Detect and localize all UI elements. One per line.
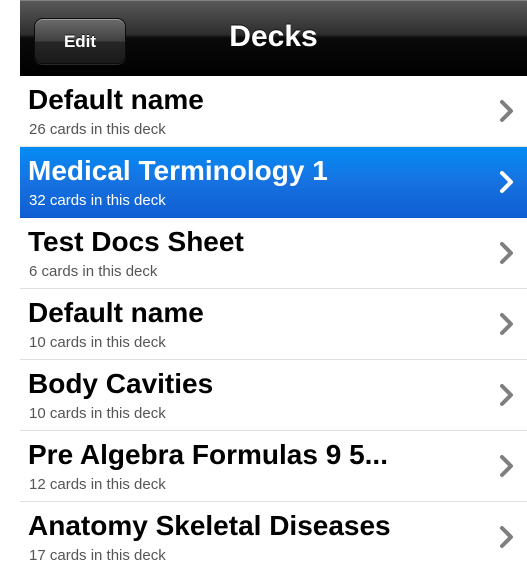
deck-row-test-docs-sheet[interactable]: Test Docs Sheet 6 cards in this deck xyxy=(20,218,527,289)
deck-row-default-name-1[interactable]: Default name 26 cards in this deck xyxy=(20,76,527,147)
deck-title: Default name xyxy=(28,297,204,328)
chevron-right-icon xyxy=(497,98,517,124)
deck-list: Default name 26 cards in this deck Medic… xyxy=(20,76,527,564)
deck-title: Pre Algebra Formulas 9 5... xyxy=(28,439,388,470)
deck-title: Test Docs Sheet xyxy=(28,226,244,257)
deck-title: Body Cavities xyxy=(28,368,214,399)
chevron-right-icon xyxy=(497,453,517,479)
chevron-right-icon xyxy=(497,169,517,195)
deck-row-medical-terminology-1[interactable]: Medical Terminology 1 32 cards in this d… xyxy=(20,147,527,218)
deck-row-anatomy-skeletal-diseases[interactable]: Anatomy Skeletal Diseases 17 cards in th… xyxy=(20,502,527,564)
deck-row-pre-algebra-formulas[interactable]: Pre Algebra Formulas 9 5... 12 cards in … xyxy=(20,431,527,502)
deck-card-count: 26 cards in this deck xyxy=(29,121,166,138)
deck-title: Anatomy Skeletal Diseases xyxy=(28,510,391,541)
deck-title: Medical Terminology 1 xyxy=(28,155,328,186)
chevron-right-icon xyxy=(497,240,517,266)
deck-card-count: 32 cards in this deck xyxy=(29,192,166,209)
chevron-right-icon xyxy=(497,524,517,550)
chevron-right-icon xyxy=(497,382,517,408)
chevron-right-icon xyxy=(497,311,517,337)
deck-card-count: 6 cards in this deck xyxy=(29,263,158,280)
deck-row-default-name-2[interactable]: Default name 10 cards in this deck xyxy=(20,289,527,360)
nav-title: Decks xyxy=(229,20,318,53)
deck-card-count: 17 cards in this deck xyxy=(29,547,166,564)
deck-card-count: 10 cards in this deck xyxy=(29,334,166,351)
deck-title: Default name xyxy=(28,84,204,115)
deck-card-count: 10 cards in this deck xyxy=(29,405,166,422)
deck-row-body-cavities[interactable]: Body Cavities 10 cards in this deck xyxy=(20,360,527,431)
screen: Edit Decks Default name 26 cards in this… xyxy=(0,0,527,564)
deck-card-count: 12 cards in this deck xyxy=(29,476,166,493)
navigation-bar: Edit Decks xyxy=(20,0,527,76)
